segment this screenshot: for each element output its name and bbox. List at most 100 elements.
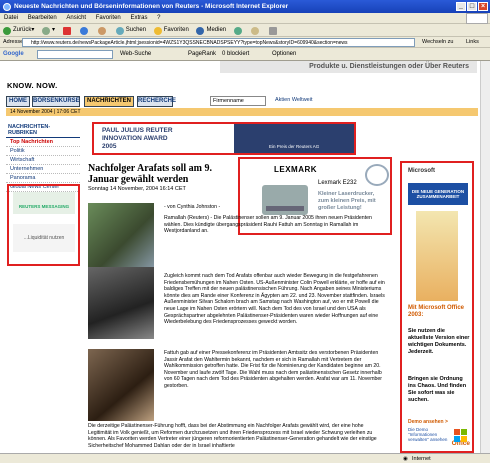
options-button[interactable]: Optionen xyxy=(272,48,296,61)
date-bar: 14 November 2004 | 17:06 CET xyxy=(6,108,478,116)
menu-ansicht[interactable]: Ansicht xyxy=(66,15,86,21)
media-button[interactable]: Medien xyxy=(196,24,226,37)
microsoft-office-ad[interactable]: Microsoft DIE NEUE GENERATION ZUSAMMENAR… xyxy=(400,161,474,453)
article-paragraph-2: Zugleich kommt nach dem Tod Arafats offe… xyxy=(164,273,385,326)
favorites-button[interactable]: Favoriten xyxy=(153,24,189,37)
forward-button[interactable]: ▾ xyxy=(42,24,55,37)
microsoft-logo: Microsoft xyxy=(408,168,435,174)
office-logo-icon xyxy=(454,429,460,435)
liquidity-ad[interactable]: ...Liquidität nutzen xyxy=(13,224,75,252)
left-nav-title: NACHRICHTEN-RUBRIKEN xyxy=(6,123,80,138)
back-button[interactable]: Zurück ▾ xyxy=(3,24,34,37)
article-paragraph-4: Die derzeitige Palästinenser-Führung hof… xyxy=(88,423,377,449)
ms-ad-tagline: DIE NEUE GENERATION ZUSAMMENARBEIT xyxy=(408,183,468,205)
article-paragraph-1: Ramallah (Reuters) - Die Palästinenser s… xyxy=(164,215,372,235)
ms-ad-paragraph-2: Bringen sie Ordnung ins Chaos. Und finde… xyxy=(408,376,467,403)
forward-arrow-icon xyxy=(42,26,51,35)
status-bar: ◉ Internet xyxy=(0,453,490,463)
menu-help[interactable]: ? xyxy=(157,15,160,21)
home-button[interactable] xyxy=(98,26,108,35)
web-page: Produkte u. Dienstleistungen oder Über R… xyxy=(0,61,480,453)
article-photo-crowd xyxy=(88,203,154,275)
documents-image xyxy=(416,211,458,301)
window-title-bar[interactable]: Neueste Nachrichten und Börseninformatio… xyxy=(0,0,490,13)
back-arrow-icon xyxy=(3,26,11,35)
tab-boersenkurse[interactable]: BÖRSENKURSE xyxy=(32,96,80,107)
office-logo-icon-3 xyxy=(454,436,460,442)
tab-recherche[interactable]: RECHERCHE xyxy=(137,96,176,107)
stop-button[interactable] xyxy=(62,26,73,35)
left-nav-item-unternehmen[interactable]: Unternehmen xyxy=(6,165,80,174)
left-nav-item-panorama[interactable]: Panorama xyxy=(6,174,80,183)
demo-link[interactable]: Demo ansehen > xyxy=(408,419,448,425)
ms-ad-paragraph-1: Sie nutzen die aktuellste Version einer … xyxy=(408,328,470,355)
pagerank-indicator: PageRank xyxy=(188,51,217,57)
article-dateline: Sonntag 14 November, 2004 16:14 CET xyxy=(88,186,186,192)
menu-bar: Datei Bearbeiten Ansicht Favoriten Extra… xyxy=(0,13,490,24)
banner-line-3: 2005 xyxy=(102,143,117,150)
address-bar: Adresse http://www.reuters.de/newsPackag… xyxy=(0,37,490,48)
search-icon xyxy=(115,26,124,35)
mail-icon xyxy=(251,26,260,35)
history-button[interactable] xyxy=(233,26,244,35)
innovation-award-banner[interactable]: PAUL JULIUS REUTER INNOVATION AWARD 2005… xyxy=(92,122,356,155)
menu-extras[interactable]: Extras xyxy=(130,15,147,21)
status-zone: Internet xyxy=(412,456,431,462)
history-icon xyxy=(233,26,242,35)
aktien-weltweit-link[interactable]: Aktien Weltweit xyxy=(275,97,313,103)
star-icon xyxy=(153,26,162,35)
internet-zone-icon: ◉ xyxy=(403,456,408,462)
article-headline: Nachfolger Arafats soll am 9. Januar gew… xyxy=(88,163,212,185)
left-nav-item-wirtschaft[interactable]: Wirtschaft xyxy=(6,156,80,165)
office-logo-icon-4 xyxy=(461,436,467,442)
google-logo: Google xyxy=(3,51,24,57)
links-button[interactable]: Links xyxy=(466,37,479,48)
go-button[interactable]: Wechseln zu xyxy=(422,37,453,48)
tab-nachrichten[interactable]: NACHRICHTEN xyxy=(84,96,134,107)
vertical-scrollbar[interactable] xyxy=(480,61,490,453)
minimize-button[interactable]: _ xyxy=(456,2,466,11)
lexmark-logo: LEXMARK xyxy=(274,165,318,174)
article-photo-powell xyxy=(88,349,154,421)
left-nav-item-top[interactable]: Top Nachrichten xyxy=(6,138,80,147)
office-logo-icon-2 xyxy=(461,429,467,435)
internet-explorer-icon xyxy=(3,3,11,11)
menu-bearbeiten[interactable]: Bearbeiten xyxy=(28,15,57,21)
menu-favoriten[interactable]: Favoriten xyxy=(96,15,121,21)
banner-line-2: INNOVATION AWARD xyxy=(102,135,168,142)
url-input[interactable]: http://www.reuters.de/newsPackageArticle… xyxy=(22,38,415,47)
search-button[interactable]: Suchen xyxy=(115,24,146,37)
reuters-messaging-ad[interactable]: REUTERS MESSAGING xyxy=(13,192,75,214)
google-toolbar: Google Web-Suche PageRank 0 blockiert Op… xyxy=(0,48,490,61)
lexmark-model: Lexmark E232 xyxy=(318,180,357,186)
tab-home[interactable]: HOME xyxy=(6,96,30,107)
lexmark-text: Kleiner Laserdrucker, zum kleinen Preis,… xyxy=(318,191,376,211)
article-author: - von Cynthia Johnston - xyxy=(164,204,221,210)
left-nav: NACHRICHTEN-RUBRIKEN Top Nachrichten Pol… xyxy=(6,123,80,192)
refresh-button[interactable] xyxy=(80,26,90,35)
window-title: Neueste Nachrichten und Börseninformatio… xyxy=(14,3,289,10)
left-ad-box: REUTERS MESSAGING ...Liquidität nutzen xyxy=(7,184,80,266)
menu-datei[interactable]: Datei xyxy=(4,15,18,21)
address-label: Adresse xyxy=(3,39,24,45)
ms-ad-heading: Mit Microsoft Office 2003: xyxy=(408,305,465,318)
company-select[interactable]: Firmenname xyxy=(210,96,266,106)
maximize-button[interactable]: □ xyxy=(467,2,477,11)
article-paragraph-3: Fattuh gab auf einer Pressekonferenz im … xyxy=(164,350,383,389)
refresh-icon xyxy=(80,26,89,35)
printer-tray xyxy=(266,206,304,211)
top-links[interactable]: Produkte u. Dienstleistungen oder Über R… xyxy=(220,61,477,73)
google-search-input[interactable] xyxy=(37,50,113,59)
close-button[interactable]: × xyxy=(478,2,488,11)
popup-blocked-button[interactable]: 0 blockiert xyxy=(222,48,249,61)
windows-flag-icon xyxy=(466,13,488,24)
reuters-logo[interactable]: KNOW. NOW. xyxy=(7,81,58,90)
home-icon xyxy=(98,26,107,35)
stop-icon xyxy=(62,26,71,35)
toolbar: Zurück ▾ ▾ Suchen Favoriten Medien xyxy=(0,24,490,37)
mail-button[interactable] xyxy=(251,26,261,35)
web-search-button[interactable]: Web-Suche xyxy=(120,48,151,61)
banner-caption: Ein Preis der Reuters AG xyxy=(269,144,320,149)
left-nav-item-politik[interactable]: Politik xyxy=(6,147,80,156)
print-button[interactable] xyxy=(269,26,279,35)
